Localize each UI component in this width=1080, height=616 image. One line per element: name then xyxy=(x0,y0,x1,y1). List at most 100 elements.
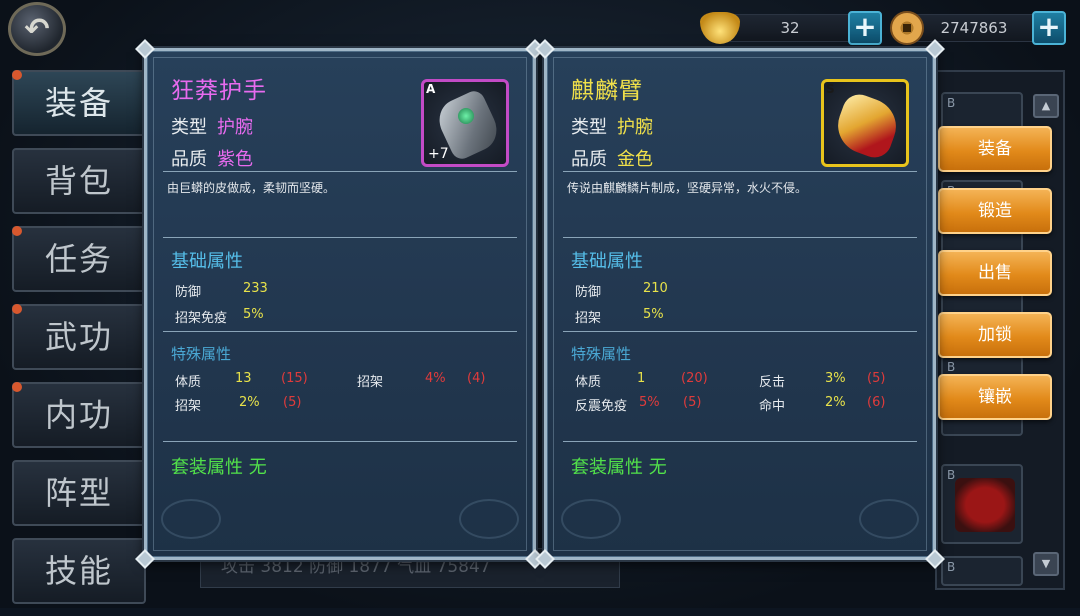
item-name: 狂莽护手 xyxy=(171,78,267,104)
inlay-button[interactable]: 镶嵌 xyxy=(938,374,1052,420)
type-label: 类型 xyxy=(171,117,207,138)
side-tabs: 装备 背包 任务 武功 内功 阵型 技能 xyxy=(12,70,162,616)
inventory-slot[interactable]: B xyxy=(941,556,1023,586)
type-label: 类型 xyxy=(571,117,607,138)
attr-value: 1 xyxy=(637,371,646,386)
attr-bonus: (15) xyxy=(281,371,308,386)
add-coin-button[interactable]: + xyxy=(1032,11,1066,45)
attr-value: 210 xyxy=(643,281,668,296)
grade-badge: A xyxy=(426,82,436,96)
tab-skills[interactable]: 技能 xyxy=(12,538,146,604)
quality-value: 金色 xyxy=(617,149,653,170)
add-ingot-button[interactable]: + xyxy=(848,11,882,45)
back-button[interactable]: ↶ xyxy=(8,2,66,56)
quality-value: 紫色 xyxy=(217,149,253,170)
copper-coin-icon xyxy=(890,11,924,45)
attr-value: 5% xyxy=(643,307,664,322)
divider xyxy=(563,171,917,172)
divider xyxy=(563,441,917,442)
attr-bonus: (5) xyxy=(283,395,302,410)
special-attributes-title: 特殊属性 xyxy=(171,345,232,363)
ingot-value: 32 xyxy=(730,14,850,42)
item-type-row: 类型 护腕 xyxy=(571,113,653,139)
alert-dot-icon xyxy=(12,70,22,80)
attr-value: 4% xyxy=(425,371,446,386)
tab-quests[interactable]: 任务 xyxy=(12,226,146,292)
attr-label: 反击 xyxy=(759,375,786,390)
attr-label: 防御 xyxy=(175,285,202,300)
swirl-ornament xyxy=(459,499,519,539)
divider xyxy=(563,237,917,238)
attr-bonus: (5) xyxy=(683,395,702,410)
tab-label: 阵型 xyxy=(44,474,113,512)
item-panel-current: 狂莽护手 类型 护腕 品质 紫色 A +7 由巨蟒的皮做成，柔韧而坚硬。 基础属性 … xyxy=(135,39,545,569)
divider xyxy=(163,237,517,238)
tab-equipment[interactable]: 装备 xyxy=(12,70,146,136)
attr-value: 13 xyxy=(235,371,252,386)
attr-bonus: (4) xyxy=(467,371,486,386)
alert-dot-icon xyxy=(12,304,22,314)
attr-bonus: (6) xyxy=(867,395,886,410)
grade-badge: S xyxy=(826,82,835,96)
sell-button[interactable]: 出售 xyxy=(938,250,1052,296)
lock-button[interactable]: 加锁 xyxy=(938,312,1052,358)
inventory-slot[interactable]: B xyxy=(941,464,1023,544)
attr-label: 体质 xyxy=(575,375,602,390)
tab-label: 技能 xyxy=(44,552,113,590)
item-icon-frame: A +7 xyxy=(421,79,509,167)
gem-icon xyxy=(458,108,474,124)
item-name: 麒麟臂 xyxy=(571,78,643,104)
type-value: 护腕 xyxy=(617,117,653,138)
base-attributes-title: 基础属性 xyxy=(171,251,243,272)
slot-grade: B xyxy=(947,560,956,574)
item-panel-compare: 麒麟臂 类型 护腕 品质 金色 S 传说由麒麟鳞片制成，坚硬异常，水火不侵。 基础属… xyxy=(535,39,945,569)
item-type-row: 类型 护腕 xyxy=(171,113,253,139)
type-value: 护腕 xyxy=(217,117,253,138)
tab-label: 武功 xyxy=(44,318,113,356)
set-attributes-title: 套装属性 无 xyxy=(571,457,667,478)
item-description: 由巨蟒的皮做成，柔韧而坚硬。 xyxy=(167,181,336,195)
attr-value: 3% xyxy=(825,371,846,386)
base-attributes-title: 基础属性 xyxy=(571,251,643,272)
attr-label: 招架免疫 xyxy=(175,311,228,326)
item-actions: 装备 锻造 出售 加锁 镶嵌 xyxy=(938,126,1052,436)
attr-label: 体质 xyxy=(175,375,202,390)
alert-dot-icon xyxy=(12,226,22,236)
quality-label: 品质 xyxy=(171,149,207,170)
attr-value: 5% xyxy=(243,307,264,322)
tab-martial-arts[interactable]: 武功 xyxy=(12,304,146,370)
attr-value: 2% xyxy=(239,395,260,410)
tab-formation[interactable]: 阵型 xyxy=(12,460,146,526)
swirl-ornament xyxy=(561,499,621,539)
divider xyxy=(163,331,517,332)
attr-label: 反震免疫 xyxy=(575,399,628,414)
slot-grade: B xyxy=(947,96,956,110)
coin-currency: 2747863 + xyxy=(890,10,1066,46)
enhance-level: +7 xyxy=(428,146,449,162)
forge-button[interactable]: 锻造 xyxy=(938,188,1052,234)
item-quality-row: 品质 紫色 xyxy=(171,145,253,171)
attr-bonus: (20) xyxy=(681,371,708,386)
divider xyxy=(563,331,917,332)
quality-label: 品质 xyxy=(571,149,607,170)
ingot-currency: 32 + xyxy=(700,10,882,46)
attr-value: 233 xyxy=(243,281,268,296)
attr-value: 5% xyxy=(639,395,660,410)
slot-grade: B xyxy=(947,468,956,482)
coin-value: 2747863 xyxy=(914,14,1034,42)
swirl-ornament xyxy=(859,499,919,539)
equip-button[interactable]: 装备 xyxy=(938,126,1052,172)
tab-backpack[interactable]: 背包 xyxy=(12,148,146,214)
qilin-armguard-icon xyxy=(830,89,904,163)
attr-label: 招架 xyxy=(175,399,202,414)
attr-label: 招架 xyxy=(575,311,602,326)
attr-value: 2% xyxy=(825,395,846,410)
attr-bonus: (5) xyxy=(867,371,886,386)
tab-label: 装备 xyxy=(44,84,113,122)
armor-item-icon xyxy=(955,478,1015,532)
tab-inner-power[interactable]: 内功 xyxy=(12,382,146,448)
scroll-up-button[interactable]: ▲ xyxy=(1033,94,1059,118)
scroll-down-button[interactable]: ▼ xyxy=(1033,552,1059,576)
tab-label: 内功 xyxy=(44,396,113,434)
set-attributes-title: 套装属性 无 xyxy=(171,457,267,478)
